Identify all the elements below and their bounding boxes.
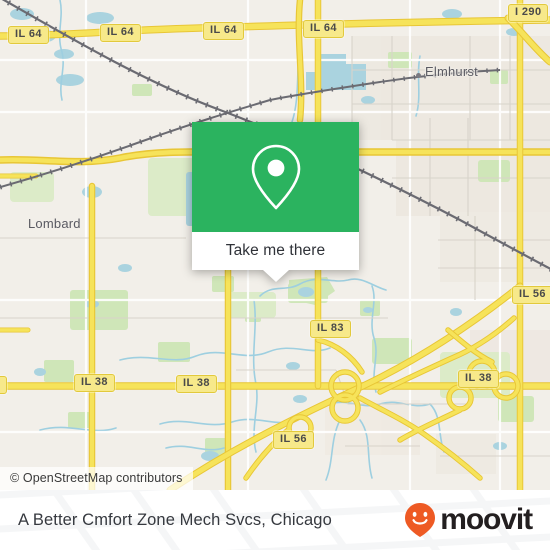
popup-footer[interactable]: Take me there [192,232,359,282]
road-shield-il83[interactable]: IL 83 [310,320,351,338]
moovit-wordmark: moovit [440,503,533,536]
road-shield-il56-b[interactable]: IL 56 [273,431,314,449]
moovit-smiley-pin-icon [405,503,436,537]
road-shield-il38-a[interactable]: IL 38 [74,374,115,392]
location-popup[interactable]: Take me there [192,122,359,282]
popup-pointer-tail [262,270,289,282]
road-shield-il38-partial[interactable]: 8 [0,376,7,394]
road-shield-il56-a[interactable]: IL 56 [512,286,550,304]
moovit-brand[interactable]: moovit [403,502,533,538]
footer-bar: A Better Cmfort Zone Mech Svcs, Chicago … [0,490,550,550]
map-canvas[interactable]: Lombard Elmhurst IL 64 IL 64 IL 64 IL 64… [0,0,550,490]
road-shield-il38-c[interactable]: IL 38 [458,370,499,388]
city-dot-elmhurst [416,73,421,78]
road-shield-i290[interactable]: I 290 [508,4,549,22]
road-shield-il64-a[interactable]: IL 64 [8,26,49,44]
map-attribution[interactable]: © OpenStreetMap contributors [0,467,193,490]
road-shield-il64-c[interactable]: IL 64 [203,22,244,40]
road-shield-il64-d[interactable]: IL 64 [303,20,344,38]
map-pin-icon [251,144,300,210]
popup-header [192,122,359,232]
road-shield-il64-b[interactable]: IL 64 [100,24,141,42]
map-page: Lombard Elmhurst IL 64 IL 64 IL 64 IL 64… [0,0,550,550]
page-title: A Better Cmfort Zone Mech Svcs, Chicago [18,510,332,529]
take-me-there-label: Take me there [225,242,326,259]
road-shield-il38-b[interactable]: IL 38 [176,375,217,393]
